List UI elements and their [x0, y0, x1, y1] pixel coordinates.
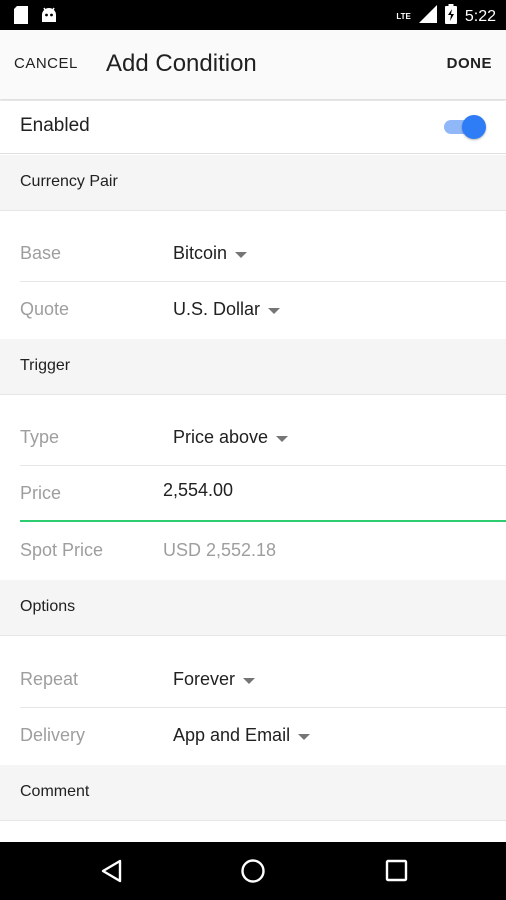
delivery-label: Delivery: [20, 725, 86, 745]
recents-icon[interactable]: [383, 857, 411, 885]
base-dropdown[interactable]: Bitcoin: [173, 243, 248, 264]
repeat-value: Forever: [173, 669, 236, 689]
type-value: Price above: [173, 427, 269, 447]
price-focus-underline: [20, 520, 506, 522]
spot-price-value: USD 2,552.18: [163, 540, 277, 560]
done-button[interactable]: DONE: [447, 55, 492, 72]
repeat-row[interactable]: Repeat Forever: [0, 652, 506, 708]
spot-price-row: Spot Price USD 2,552.18: [0, 523, 506, 579]
section-title: Currency Pair: [20, 173, 118, 190]
type-dropdown[interactable]: Price above: [173, 427, 289, 448]
section-title: Trigger: [20, 357, 71, 374]
home-icon[interactable]: [239, 857, 267, 885]
dropdown-arrow-icon: [298, 733, 311, 740]
section-header-comment: Comment: [0, 765, 506, 821]
price-input[interactable]: [163, 480, 463, 501]
sd-card-icon: [14, 6, 28, 29]
clock: 5:22: [464, 7, 496, 25]
price-row[interactable]: Price: [0, 466, 506, 522]
price-label: Price: [20, 483, 62, 503]
delivery-dropdown[interactable]: App and Email: [173, 725, 311, 746]
delivery-row[interactable]: Delivery App and Email: [0, 708, 506, 764]
enabled-row[interactable]: Enabled: [0, 101, 506, 154]
app-toolbar: CANCEL Add Condition DONE: [0, 30, 506, 100]
spacer: [0, 395, 506, 411]
system-nav-bar: [0, 842, 506, 900]
base-value: Bitcoin: [173, 243, 228, 263]
back-icon[interactable]: [98, 857, 126, 885]
dropdown-arrow-icon: [268, 307, 281, 314]
repeat-dropdown[interactable]: Forever: [173, 669, 256, 690]
dropdown-arrow-icon: [243, 677, 256, 684]
dropdown-arrow-icon: [235, 251, 248, 258]
enabled-label: Enabled: [20, 115, 90, 136]
spot-price-label: Spot Price: [20, 540, 104, 560]
cancel-button[interactable]: CANCEL: [14, 55, 78, 72]
section-title: Options: [20, 598, 76, 615]
quote-value: U.S. Dollar: [173, 299, 261, 319]
comment-field-area[interactable]: [0, 821, 506, 842]
android-icon: [40, 6, 58, 29]
quote-dropdown[interactable]: U.S. Dollar: [173, 299, 281, 320]
spacer: [0, 211, 506, 227]
toggle-thumb: [462, 115, 486, 139]
section-title: Comment: [20, 783, 90, 800]
type-label: Type: [20, 427, 60, 447]
signal-icon: [418, 5, 437, 28]
quote-row[interactable]: Quote U.S. Dollar: [0, 282, 506, 338]
delivery-value: App and Email: [173, 725, 291, 745]
battery-icon: [444, 4, 457, 29]
spacer: [0, 636, 506, 652]
repeat-label: Repeat: [20, 669, 79, 689]
dropdown-arrow-icon: [276, 435, 289, 442]
type-row[interactable]: Type Price above: [0, 410, 506, 466]
base-row[interactable]: Base Bitcoin: [0, 226, 506, 282]
section-header-trigger: Trigger: [0, 339, 506, 395]
enabled-toggle[interactable]: [444, 115, 486, 139]
network-type: LTE: [396, 12, 411, 21]
section-header-currency-pair: Currency Pair: [0, 155, 506, 211]
base-label: Base: [20, 243, 62, 263]
status-bar: LTE 5:22: [0, 0, 506, 30]
section-header-options: Options: [0, 580, 506, 636]
quote-label: Quote: [20, 299, 70, 319]
page-title: Add Condition: [106, 50, 257, 77]
